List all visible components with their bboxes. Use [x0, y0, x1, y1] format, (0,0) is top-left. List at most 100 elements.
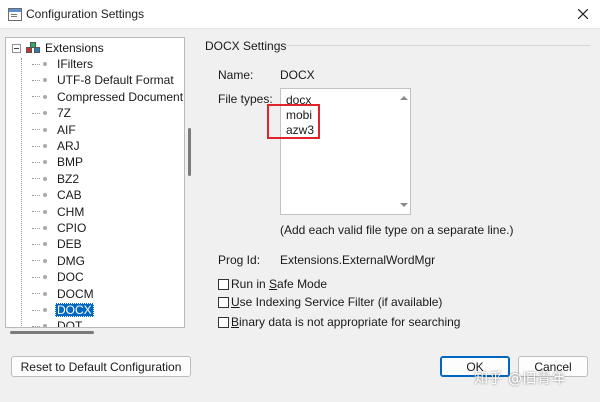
tree-item-arj[interactable]: ARJ	[32, 138, 82, 154]
progid-label: Prog Id:	[218, 253, 261, 267]
collapse-icon[interactable]	[12, 43, 21, 53]
binary-option[interactable]: Binary data is not appropriate for searc…	[218, 315, 460, 329]
filetypes-hint: (Add each valid file type on a separate …	[280, 223, 514, 237]
window-title: Configuration Settings	[26, 7, 145, 21]
tree-connector	[32, 63, 40, 65]
tree-connector	[32, 178, 40, 180]
tree-item-cab[interactable]: CAB	[32, 187, 84, 203]
tree-root-label: Extensions	[45, 41, 104, 55]
tree-item-7z[interactable]: 7Z	[32, 105, 73, 121]
tree-item-label: Compressed Document R	[57, 89, 185, 104]
title-bar: Configuration Settings	[0, 0, 600, 29]
tree-vertical-scrollbar[interactable]	[188, 128, 191, 176]
tree-node-icon	[43, 193, 47, 198]
scroll-up-icon[interactable]	[400, 96, 408, 100]
indexing-label: Use Indexing Service Filter (if availabl…	[231, 295, 443, 309]
tree-item-label: DMG	[57, 253, 85, 268]
tree-connector	[32, 276, 40, 278]
tree-item-docm[interactable]: DOCM	[32, 286, 96, 302]
tree-item-label: DOCM	[57, 286, 94, 301]
tree-connector	[32, 96, 40, 98]
tree-item-label: BMP	[57, 155, 84, 170]
binary-label: Binary data is not appropriate for searc…	[231, 315, 461, 329]
tree-connector	[32, 129, 40, 131]
tree-node-icon	[43, 94, 47, 99]
tree-item-label: UTF-8 Default Format	[57, 73, 174, 88]
reset-button[interactable]: Reset to Default Configuration	[11, 356, 191, 377]
tree-connector	[32, 309, 40, 311]
tree-node-icon	[43, 78, 47, 83]
tree-item-label: DOCX	[55, 303, 94, 317]
tree-item-label: CHM	[57, 204, 85, 219]
tree-item-label: DEB	[57, 237, 82, 252]
indexing-checkbox[interactable]	[218, 296, 229, 308]
tree-connector	[32, 325, 40, 327]
tree-node-icon	[43, 275, 47, 280]
tree-node-icon	[43, 160, 47, 165]
tree-node-icon	[43, 226, 47, 230]
tree-node-icon	[43, 324, 47, 327]
tree-node-icon	[43, 111, 47, 116]
tree-item-label: BZ2	[57, 171, 80, 186]
tree-root-extensions[interactable]: Extensions	[8, 40, 104, 56]
tree-item-compressed-document-r[interactable]: Compressed Document R	[32, 89, 185, 105]
tree-connector	[32, 211, 40, 213]
tree-item-chm[interactable]: CHM	[32, 204, 86, 220]
tree-connector	[32, 112, 40, 114]
annotation-highlight-box	[267, 104, 320, 139]
close-icon	[578, 9, 588, 19]
name-label: Name:	[218, 68, 254, 82]
tree-item-bmp[interactable]: BMP	[32, 154, 85, 170]
close-button[interactable]	[566, 0, 600, 28]
tree-node-icon	[43, 127, 47, 132]
tree-item-label: CAB	[57, 188, 82, 203]
tree-item-bz2[interactable]: BZ2	[32, 171, 81, 187]
tree-node-icon	[43, 209, 47, 214]
tree-node-icon	[43, 176, 47, 181]
tree-connector-line	[21, 58, 22, 326]
tree-item-dmg[interactable]: DMG	[32, 253, 87, 269]
tree-item-label: AIF	[57, 122, 76, 137]
tree-node-icon	[43, 258, 47, 263]
watermark: 知乎 @旧青年	[474, 371, 566, 387]
tree-item-aif[interactable]: AIF	[32, 122, 78, 138]
tree-node-icon	[43, 242, 47, 247]
window-icon	[8, 8, 22, 21]
scroll-down-icon[interactable]	[400, 203, 408, 207]
tree-item-label: ARJ	[57, 139, 80, 153]
tree-item-docx[interactable]: DOCX	[32, 302, 94, 318]
tree-connector	[32, 145, 40, 147]
tree-item-cpio[interactable]: CPIO	[32, 220, 88, 236]
tree-item-deb[interactable]: DEB	[32, 236, 84, 252]
tree-item-utf-8-default-format[interactable]: UTF-8 Default Format	[32, 72, 176, 88]
tree-connector	[32, 161, 40, 163]
tree-item-label: DOT	[57, 319, 83, 328]
tree-connector	[32, 194, 40, 196]
filetypes-scrollbar[interactable]	[396, 89, 410, 214]
binary-checkbox[interactable]	[218, 316, 229, 328]
tree-item-label: DOC	[57, 270, 84, 285]
progid-value: Extensions.ExternalWordMgr	[280, 253, 436, 267]
safe-mode-label: Run in Safe Mode	[231, 277, 328, 291]
safe-mode-option[interactable]: Run in Safe Mode	[218, 277, 327, 291]
safe-mode-checkbox[interactable]	[218, 278, 229, 290]
extensions-tree[interactable]: Extensions IFilters UTF-8 Default Format C…	[5, 37, 185, 328]
tree-item-dot[interactable]: DOT	[32, 318, 84, 328]
filetypes-label: File types:	[218, 92, 273, 106]
indexing-option[interactable]: Use Indexing Service Filter (if availabl…	[218, 295, 442, 309]
tree-item-label: CPIO	[57, 221, 87, 235]
group-divider	[284, 45, 590, 46]
tree-item-label: IFilters	[57, 57, 93, 71]
tree-item-doc[interactable]: DOC	[32, 269, 86, 285]
tree-node-icon	[43, 62, 47, 66]
tree-node-icon	[43, 144, 47, 148]
tree-connector	[32, 227, 40, 229]
tree-connector	[32, 79, 40, 81]
tree-connector	[32, 243, 40, 245]
tree-horizontal-scrollbar[interactable]	[10, 331, 94, 334]
tree-connector	[32, 260, 40, 262]
tree-item-ifilters[interactable]: IFilters	[32, 56, 95, 72]
group-title: DOCX Settings	[205, 39, 287, 53]
tree-item-label: 7Z	[57, 106, 72, 121]
extensions-icon	[25, 41, 41, 55]
